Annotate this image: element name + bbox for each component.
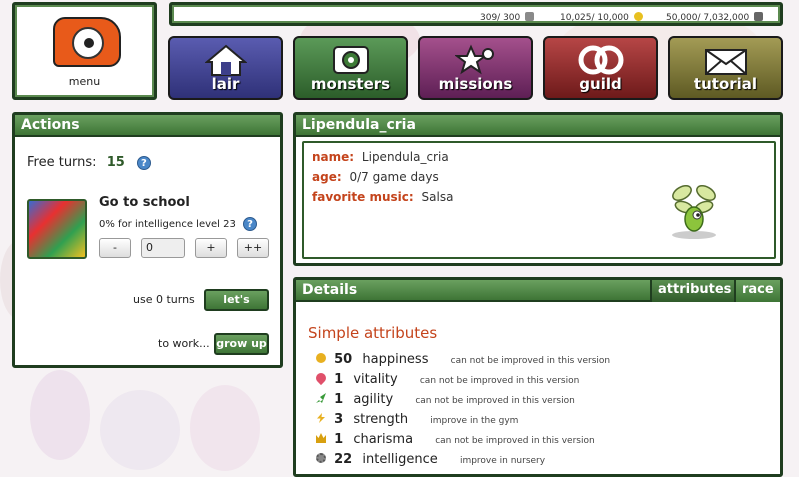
gold-value: 50,000/ 7,032,000 (666, 13, 750, 23)
attribute-row: 1 vitality can not be improved in this v… (313, 370, 580, 390)
house-icon (204, 44, 247, 76)
decrement-button[interactable]: - (99, 238, 131, 258)
gold-stat: 50,000/ 7,032,000 (666, 12, 764, 23)
attribute-name: intelligence (362, 452, 438, 467)
tab-race[interactable]: race (734, 280, 780, 302)
details-panel: Details attributes race Simple attribute… (293, 277, 783, 477)
actions-panel: Actions Free turns: 15 ? Go to school 0%… (12, 112, 283, 368)
gear-icon (316, 453, 326, 463)
envelope-icon (704, 49, 747, 75)
crown-icon (316, 433, 326, 443)
music-label: favorite music: (312, 190, 414, 204)
menu-label: menu (68, 75, 101, 88)
nav-lair-label: lair (211, 75, 240, 93)
heart-icon (313, 370, 329, 386)
attribute-value: 1 (334, 432, 344, 447)
profile-panel: Lipendula_cria name: Lipendula_cria age:… (293, 112, 783, 266)
attribute-note: improve in the gym (430, 416, 519, 426)
energy-value: 309/ 300 (480, 13, 521, 23)
attribute-note: can not be improved in this version (415, 396, 575, 406)
attribute-note: improve in nursery (459, 456, 546, 466)
menu-button[interactable]: menu (12, 2, 157, 100)
house-small-icon (525, 12, 535, 21)
nav-lair-button[interactable]: lair (168, 36, 283, 100)
name-label: name: (312, 150, 355, 164)
nav-guild-button[interactable]: guild (543, 36, 658, 100)
attribute-value: 1 (334, 372, 344, 387)
attribute-note: can not be improved in this version (435, 436, 595, 446)
name-value: Lipendula_cria (361, 150, 449, 164)
to-work-label: to work... (158, 337, 210, 350)
monster-avatar-icon (672, 185, 716, 239)
attribute-value: 1 (334, 392, 344, 407)
name-row: name: Lipendula_cria (312, 150, 449, 164)
nav-tutorial-label: tutorial (693, 75, 758, 93)
monster-logo-icon (53, 17, 121, 67)
coins-stat: 10,025/ 10,000 (560, 12, 643, 23)
energy-stat: 309/ 300 (480, 12, 535, 23)
activity-title: Go to school (99, 195, 190, 210)
music-row: favorite music: Salsa (312, 190, 453, 204)
status-bar: 309/ 300 10,025/ 10,000 50,000/ 7,032,00… (169, 2, 783, 26)
free-turns-row: Free turns: 15 ? (27, 155, 151, 170)
free-turns-value: 15 (106, 155, 125, 170)
use-turns-label: use 0 turns (133, 293, 195, 306)
age-row: age: 0/7 game days (312, 170, 439, 184)
rings-icon (578, 45, 623, 75)
nav-monsters-button[interactable]: monsters (293, 36, 408, 100)
arrow-icon (316, 393, 326, 403)
activity-description-row: 0% for intelligence level 23 ? (99, 217, 258, 231)
attribute-name: vitality (353, 372, 398, 387)
lets-play-button[interactable]: let's play! (204, 289, 269, 324)
attribute-value: 22 (334, 452, 353, 467)
age-label: age: (312, 170, 342, 184)
attribute-name: strength (353, 412, 409, 427)
nav-tutorial-button[interactable]: tutorial (668, 36, 783, 100)
grow-up-button[interactable]: grow up (214, 333, 269, 355)
school-image (27, 199, 87, 259)
attribute-name: charisma (353, 432, 414, 447)
attribute-row: 3 strength improve in the gym (316, 412, 518, 430)
coin-icon (633, 12, 643, 21)
profile-info-box: name: Lipendula_cria age: 0/7 game days … (302, 141, 776, 259)
attribute-value: 50 (334, 352, 353, 367)
nav-missions-button[interactable]: missions (418, 36, 533, 100)
attribute-row: 22 intelligence improve in nursery (316, 452, 545, 470)
monster-eye-icon (332, 46, 369, 74)
coins-value: 10,025/ 10,000 (560, 13, 629, 23)
activity-help-icon[interactable]: ? (243, 217, 258, 231)
help-icon[interactable]: ? (136, 156, 151, 170)
attribute-name: agility (353, 392, 394, 407)
lightning-icon (317, 413, 325, 423)
turns-input[interactable]: 0 (141, 238, 185, 258)
attribute-row: 1 agility can not be improved in this ve… (316, 392, 575, 410)
actions-title: Actions (15, 115, 280, 137)
attribute-note: can not be improved in this version (419, 376, 580, 386)
smiley-icon (316, 353, 326, 363)
music-value: Salsa (421, 190, 454, 204)
increment-button[interactable]: + (195, 238, 227, 258)
attribute-note: can not be improved in this version (450, 356, 611, 366)
nav-monsters-label: monsters (310, 75, 391, 93)
section-title: Simple attributes (308, 324, 438, 342)
profile-title: Lipendula_cria (296, 115, 780, 137)
nav-guild-label: guild (579, 75, 622, 93)
attribute-value: 3 (334, 412, 344, 427)
star-gear-icon (454, 44, 494, 75)
attribute-row: 50 happiness can not be improved in this… (316, 352, 610, 370)
age-value: 0/7 game days (349, 170, 439, 184)
nav-missions-label: missions (438, 75, 513, 93)
attribute-row: 1 charisma can not be improved in this v… (316, 432, 595, 450)
activity-description: 0% for intelligence level 23 (99, 219, 236, 230)
tab-attributes[interactable]: attributes (650, 280, 738, 302)
increment-more-button[interactable]: ++ (237, 238, 269, 258)
bank-icon (754, 12, 764, 21)
attribute-name: happiness (362, 352, 429, 367)
free-turns-label: Free turns: (27, 155, 97, 170)
